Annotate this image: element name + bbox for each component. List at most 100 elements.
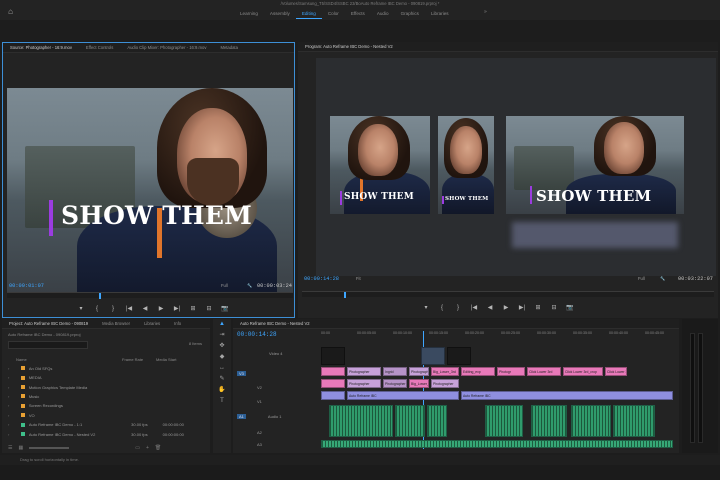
clip-v2[interactable]: Photographer: [383, 379, 407, 388]
clip-v3[interactable]: Big_Lower_3rd: [431, 367, 459, 376]
razor-icon[interactable]: ◆: [213, 352, 231, 363]
step-back-icon[interactable]: ◀: [486, 304, 494, 311]
audio-clip[interactable]: [329, 405, 393, 437]
step-back-icon[interactable]: ◀: [141, 305, 149, 312]
new-item-icon[interactable]: +: [146, 445, 149, 451]
export-frame-icon[interactable]: 📷: [221, 305, 229, 312]
mark-in-icon[interactable]: {: [93, 306, 101, 312]
workspace-learning[interactable]: Learning: [234, 9, 264, 19]
column-name[interactable]: Name: [2, 357, 122, 362]
lift-icon[interactable]: ⊞: [534, 304, 542, 311]
tab-effect-controls[interactable]: Effect Controls: [79, 45, 120, 50]
track-header-v4[interactable]: Video 4: [233, 348, 321, 359]
pen-icon[interactable]: ✎: [213, 374, 231, 385]
audio-clip[interactable]: [613, 405, 655, 437]
clip-v3[interactable]: Editing_exp: [461, 367, 495, 376]
export-frame-icon[interactable]: 📷: [566, 304, 574, 311]
tab-metadata[interactable]: Metadata: [213, 45, 244, 50]
project-row[interactable]: › Motion Graphics Template Media: [2, 383, 202, 392]
music-clip[interactable]: [321, 440, 673, 448]
slip-icon[interactable]: ↔: [213, 363, 231, 374]
program-time-ruler[interactable]: [302, 291, 714, 298]
column-frame-rate[interactable]: Frame Rate: [122, 357, 156, 362]
tab-libraries[interactable]: Libraries: [137, 321, 167, 326]
project-row[interactable]: › MEDIA: [2, 373, 202, 382]
type-tool-icon[interactable]: T: [213, 396, 231, 407]
timeline-ruler[interactable]: 00:00 00:00:05:00 00:00:10:00 00:00:15:00 00…: [321, 331, 673, 341]
clip-v2[interactable]: Photographer: [431, 379, 459, 388]
expand-icon[interactable]: ›: [8, 375, 14, 380]
go-to-in-icon[interactable]: |◀: [125, 305, 133, 312]
clip-v3[interactable]: Photogr: [497, 367, 525, 376]
project-row[interactable]: › Auto Reframe IBC Demo - Nested V2 30.00 …: [2, 430, 202, 439]
track-header-a2[interactable]: A2: [233, 427, 321, 438]
project-row[interactable]: › Auto Reframe IBC Demo - 1:1 30.00 fps 00:…: [2, 420, 202, 429]
expand-icon[interactable]: ›: [8, 366, 14, 371]
track-header-a1[interactable]: A1 Audio 1: [233, 411, 321, 422]
tab-sequence[interactable]: Auto Reframe IBC Demo - Nested V2: [233, 321, 317, 326]
project-search-input[interactable]: [8, 341, 88, 349]
expand-icon[interactable]: ›: [8, 403, 14, 408]
track-select-icon[interactable]: ⇥: [213, 330, 231, 341]
clip-v2[interactable]: Big_Lower_3rd: [409, 379, 429, 388]
tab-program[interactable]: Program: Auto Reframe IBC Demo - Nested …: [298, 44, 400, 49]
clip-v4[interactable]: [447, 347, 471, 365]
expand-icon[interactable]: ›: [8, 394, 14, 399]
list-view-icon[interactable]: ☰: [8, 445, 12, 451]
column-media-start[interactable]: Media Start: [156, 357, 196, 362]
expand-icon[interactable]: ›: [8, 432, 14, 437]
wrench-icon[interactable]: 🔧: [247, 283, 252, 289]
source-timecode-in[interactable]: 00:00:01:07: [9, 283, 44, 289]
clip-v2[interactable]: [321, 379, 345, 388]
program-timecode-in[interactable]: 00:00:14:28: [304, 276, 339, 282]
audio-clip[interactable]: [427, 405, 447, 437]
clip-v2[interactable]: Photographer: [347, 379, 381, 388]
track-header-v1[interactable]: V1: [233, 396, 321, 407]
clip-v3[interactable]: Click Lower 3rd: [527, 367, 561, 376]
program-zoom-select[interactable]: Fit: [356, 276, 361, 281]
program-video-frame[interactable]: SHOW THEM SHOW THEM SHOW THEM: [316, 58, 716, 276]
audio-clip[interactable]: [571, 405, 611, 437]
audio-clip[interactable]: [531, 405, 567, 437]
mark-out-icon[interactable]: }: [109, 306, 117, 312]
zoom-slider[interactable]: [29, 447, 70, 449]
workspace-effects[interactable]: Effects: [345, 9, 371, 19]
workspace-color[interactable]: Color: [322, 9, 345, 19]
clip-v3[interactable]: Click Lower 3rd: [605, 367, 627, 376]
wrench-icon[interactable]: 🔧: [660, 276, 665, 282]
tab-info[interactable]: Info: [167, 321, 188, 326]
marker-icon[interactable]: ▾: [77, 305, 85, 312]
tab-media-browser[interactable]: Media Browser: [95, 321, 137, 326]
workspace-graphics[interactable]: Graphics: [395, 9, 425, 19]
program-resolution-select[interactable]: Full: [638, 276, 645, 281]
play-icon[interactable]: ▶: [157, 305, 165, 312]
source-time-ruler[interactable]: [7, 292, 293, 299]
clip-v4[interactable]: [321, 347, 345, 365]
tab-project[interactable]: Project: Auto Reframe IBC Demo - 090819: [2, 321, 95, 326]
expand-icon[interactable]: ›: [8, 385, 14, 390]
go-to-out-icon[interactable]: ▶|: [518, 304, 526, 311]
clip-v3[interactable]: Ingrid: [383, 367, 407, 376]
clip-v4[interactable]: [421, 347, 445, 365]
program-playhead[interactable]: [344, 292, 346, 298]
track-header-v3[interactable]: V3: [233, 368, 321, 379]
icon-view-icon[interactable]: ▦: [18, 445, 23, 451]
extract-icon[interactable]: ⊟: [550, 304, 558, 311]
project-row[interactable]: › An Old SFQs: [2, 364, 202, 373]
clip-v1[interactable]: Auto Reframe IBC: [347, 391, 459, 400]
workspace-overflow-icon[interactable]: »: [484, 9, 487, 15]
audio-clip[interactable]: [485, 405, 523, 437]
source-playhead[interactable]: [99, 293, 101, 299]
expand-icon[interactable]: ›: [8, 422, 14, 427]
overwrite-icon[interactable]: ⊟: [205, 305, 213, 312]
home-icon[interactable]: ⌂: [6, 7, 15, 16]
insert-icon[interactable]: ⊞: [189, 305, 197, 312]
clip-v1[interactable]: Auto Reframe IBC: [461, 391, 673, 400]
go-to-out-icon[interactable]: ▶|: [173, 305, 181, 312]
source-resolution-select[interactable]: Full: [221, 283, 228, 288]
track-header-a3[interactable]: A3: [233, 439, 321, 450]
workspace-audio[interactable]: Audio: [371, 9, 395, 19]
source-video-frame[interactable]: SHOW THEM: [7, 88, 293, 293]
timeline-tracks[interactable]: Photographer Ingrid Photographer Big_Low…: [321, 345, 673, 449]
clip-v3[interactable]: Photographer: [409, 367, 429, 376]
